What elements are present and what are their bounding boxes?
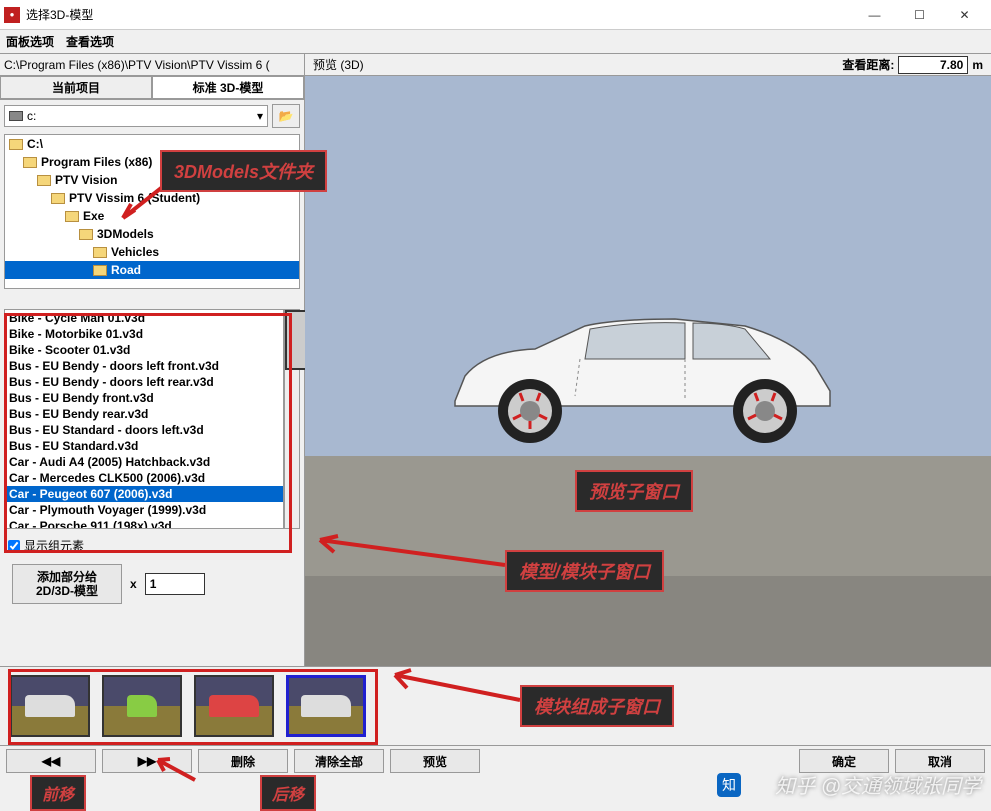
watermark: 知乎 @交通领域张同学: [775, 770, 981, 799]
annotation-model-sub: 模型/模块子窗口: [505, 550, 664, 592]
file-item[interactable]: Bus - EU Bendy rear.v3d: [5, 406, 283, 422]
move-next-button[interactable]: ▶▶: [102, 749, 192, 773]
view-distance-label: 查看距离:: [838, 56, 898, 73]
tree-item[interactable]: Road: [5, 261, 299, 279]
drive-select[interactable]: c: ▾: [4, 105, 268, 127]
show-elements-row: 显示组元素: [0, 531, 304, 560]
tree-item[interactable]: 3DModels: [5, 225, 299, 243]
add-row: 添加部分给 2D/3D-模型 x: [0, 560, 304, 608]
file-item[interactable]: Bus - EU Bendy - doors left front.v3d: [5, 358, 283, 374]
folder-icon: 📂: [279, 109, 294, 123]
view-distance-input[interactable]: [898, 56, 968, 74]
file-item[interactable]: Bike - Motorbike 01.v3d: [5, 326, 283, 342]
file-item[interactable]: Car - Mercedes CLK500 (2006).v3d: [5, 470, 283, 486]
folder-icon: [79, 229, 93, 240]
browse-button[interactable]: 📂: [272, 104, 300, 128]
titlebar: ● 选择3D-模型 — ☐ ✕: [0, 0, 991, 30]
pathbar: C:\Program Files (x86)\PTV Vision\PTV Vi…: [0, 54, 991, 76]
quantity-input[interactable]: [145, 573, 205, 595]
folder-icon: [9, 139, 23, 150]
tree-label: PTV Vissim 6 (Student): [69, 191, 200, 205]
thumbnail-2[interactable]: [102, 675, 182, 737]
maximize-button[interactable]: ☐: [897, 1, 942, 29]
window-controls: — ☐ ✕: [852, 1, 987, 29]
thumbnail-1[interactable]: [10, 675, 90, 737]
file-item[interactable]: Bike - Cycle Man 01.v3d: [5, 310, 283, 326]
file-item[interactable]: Car - Porsche 911 (198x).v3d: [5, 518, 283, 529]
clear-all-button[interactable]: 清除全部: [294, 749, 384, 773]
thumbnail-strip: [0, 666, 991, 746]
folder-icon: [51, 193, 65, 204]
thumbnail-4[interactable]: [286, 675, 366, 737]
folder-icon: [93, 265, 107, 276]
zhihu-logo: 知: [717, 773, 741, 797]
tree-label: 3DModels: [97, 227, 154, 241]
file-item[interactable]: Bus - EU Bendy front.v3d: [5, 390, 283, 406]
show-elements-checkbox[interactable]: [8, 540, 20, 552]
annotation-move-next: 后移: [260, 775, 316, 811]
folder-icon: [93, 247, 107, 258]
drive-label: c:: [27, 109, 36, 123]
car-model: [435, 311, 845, 446]
tab-standard-models[interactable]: 标准 3D-模型: [152, 76, 304, 99]
tab-current-project[interactable]: 当前项目: [0, 76, 152, 99]
tree-item[interactable]: Exe: [5, 207, 299, 225]
file-scrollbar[interactable]: [284, 309, 300, 529]
minimize-button[interactable]: —: [852, 1, 897, 29]
tree-label: Program Files (x86): [41, 155, 152, 169]
thumbnail-3[interactable]: [194, 675, 274, 737]
drive-row: c: ▾ 📂: [0, 100, 304, 132]
folder-icon: [37, 175, 51, 186]
file-list[interactable]: Bike - Cycle Man 01.v3dBike - Motorbike …: [4, 309, 284, 529]
annotation-folder: 3DModels文件夹: [160, 150, 327, 192]
file-item[interactable]: Bus - EU Standard.v3d: [5, 438, 283, 454]
show-elements-label: 显示组元素: [24, 537, 84, 554]
project-tabs: 当前项目 标准 3D-模型: [0, 76, 304, 100]
menubar: 面板选项 查看选项: [0, 30, 991, 54]
tree-item[interactable]: Vehicles: [5, 243, 299, 261]
folder-icon: [23, 157, 37, 168]
file-item[interactable]: Car - Peugeot 607 (2006).v3d: [5, 486, 283, 502]
delete-button[interactable]: 删除: [198, 749, 288, 773]
preview-label: 预览 (3D): [305, 56, 372, 73]
menu-panel-options[interactable]: 面板选项: [6, 33, 54, 50]
add-to-model-button[interactable]: 添加部分给 2D/3D-模型: [12, 564, 122, 604]
annotation-preview-sub: 预览子窗口: [575, 470, 693, 512]
close-button[interactable]: ✕: [942, 1, 987, 29]
window-title: 选择3D-模型: [26, 6, 852, 23]
folder-icon: [65, 211, 79, 222]
tree-label: Vehicles: [111, 245, 159, 259]
distance-unit: m: [970, 58, 991, 72]
tree-label: Road: [111, 263, 141, 277]
annotation-move-prev: 前移: [30, 775, 86, 811]
file-item[interactable]: Bus - EU Standard - doors left.v3d: [5, 422, 283, 438]
multiply-label: x: [130, 577, 137, 591]
main-area: 当前项目 标准 3D-模型 c: ▾ 📂 C:\ Program Files (x…: [0, 76, 991, 666]
file-item[interactable]: Car - Audi A4 (2005) Hatchback.v3d: [5, 454, 283, 470]
app-icon: ●: [4, 7, 20, 23]
menu-view-options[interactable]: 查看选项: [66, 33, 114, 50]
tree-label: PTV Vision: [55, 173, 117, 187]
tree-label: Exe: [83, 209, 104, 223]
tree-label: C:\: [27, 137, 43, 151]
annotation-component-sub: 模块组成子窗口: [520, 685, 674, 727]
file-item[interactable]: Car - Plymouth Voyager (1999).v3d: [5, 502, 283, 518]
move-prev-button[interactable]: ◀◀: [6, 749, 96, 773]
drive-icon: [9, 111, 23, 121]
file-item[interactable]: Bus - EU Bendy - doors left rear.v3d: [5, 374, 283, 390]
preview-button[interactable]: 预览: [390, 749, 480, 773]
path-display: C:\Program Files (x86)\PTV Vision\PTV Vi…: [0, 54, 305, 75]
file-item[interactable]: Bike - Scooter 01.v3d: [5, 342, 283, 358]
